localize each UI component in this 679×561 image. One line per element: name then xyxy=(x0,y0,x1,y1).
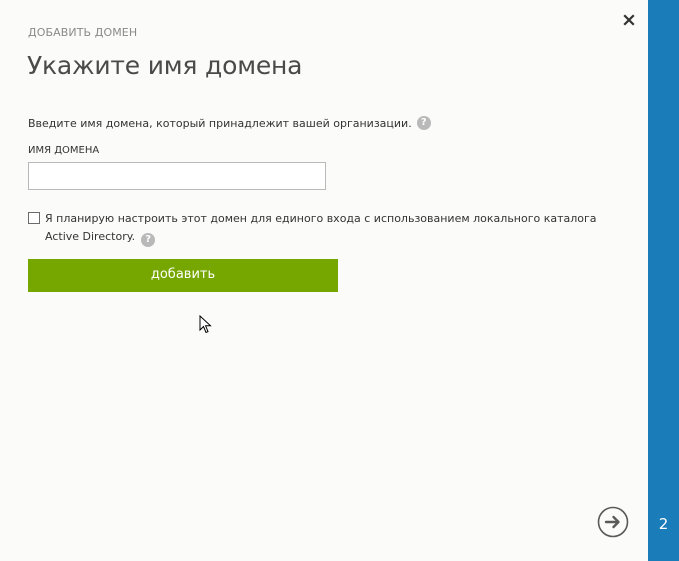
mouse-cursor-icon xyxy=(199,314,213,335)
domain-name-label: ИМЯ ДОМЕНА xyxy=(28,145,100,156)
dialog-eyebrow: ДОБАВИТЬ ДОМЕН xyxy=(28,26,138,39)
sso-checkbox-text: Я планирую настроить этот домен для един… xyxy=(45,212,597,243)
wizard-step-panel: 2 xyxy=(648,0,679,561)
close-icon[interactable] xyxy=(620,11,638,29)
page-title: Укажите имя домена xyxy=(27,51,303,80)
add-button[interactable]: добавить xyxy=(28,259,338,292)
sso-checkbox-label[interactable]: Я планирую настроить этот домен для един… xyxy=(45,210,620,247)
domain-name-input[interactable] xyxy=(28,162,326,190)
step-number: 2 xyxy=(658,515,669,533)
add-domain-dialog: ДОБАВИТЬ ДОМЕН Укажите имя домена Введит… xyxy=(0,0,648,561)
next-step-button[interactable] xyxy=(597,506,629,538)
sso-checkbox[interactable] xyxy=(28,212,40,224)
description-text: Введите имя домена, который принадлежит … xyxy=(28,116,431,130)
help-icon[interactable]: ? xyxy=(416,116,431,130)
description-label: Введите имя домена, который принадлежит … xyxy=(28,116,412,130)
help-icon[interactable]: ? xyxy=(141,233,156,247)
arrow-right-circle-icon xyxy=(597,506,629,538)
